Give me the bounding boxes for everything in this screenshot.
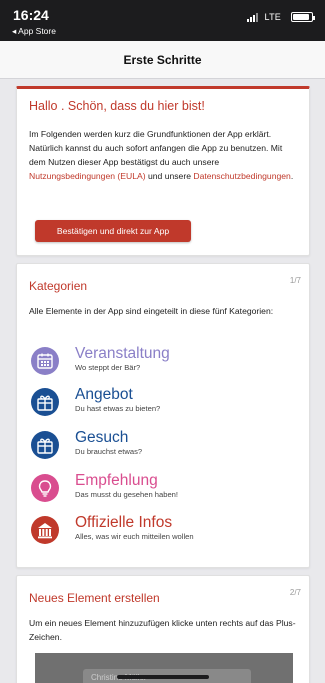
category-name: Empfehlung (75, 472, 158, 489)
create-element-card: 2/7 Neues Element erstellen Um ein neues… (16, 575, 310, 683)
category-subtitle: Wo steppt der Bär? (75, 363, 141, 372)
status-time: 16:24 (13, 7, 49, 23)
category-empfehlung: Empfehlung Das musst du gesehen haben! (31, 471, 301, 509)
category-offizielle-infos: Offizielle Infos Alles, was wir euch mit… (31, 513, 301, 551)
category-veranstaltung: Veranstaltung Wo steppt der Bär? (31, 344, 301, 382)
category-name: Angebot (75, 386, 133, 403)
welcome-text: Im Folgenden werden kurz die Grundfunkti… (29, 127, 299, 183)
eula-link[interactable]: Nutzungsbedingungen (EULA) (29, 171, 146, 181)
battery-icon (291, 12, 315, 22)
categories-text: Alle Elemente in der App sind eingeteilt… (29, 306, 274, 316)
home-indicator[interactable] (117, 675, 209, 679)
category-gesuch: Gesuch Du brauchst etwas? (31, 428, 301, 466)
category-name: Gesuch (75, 429, 129, 446)
navigation-bar: Erste Schritte (0, 41, 325, 79)
building-icon (31, 516, 59, 544)
category-name: Offizielle Infos (75, 514, 173, 531)
category-name: Veranstaltung (75, 345, 170, 362)
status-bar: 16:24 ◂ App Store LTE (0, 0, 325, 41)
network-label: LTE (264, 12, 281, 22)
back-to-app-store-link[interactable]: ◂ App Store (12, 26, 56, 37)
welcome-text-part: und unsere (145, 171, 194, 181)
signal-icon (247, 13, 258, 22)
categories-title: Kategorien (29, 279, 88, 293)
welcome-card: Hallo . Schön, dass du hier bist! Im Fol… (16, 86, 310, 256)
page-indicator: 1/7 (289, 276, 301, 285)
category-subtitle: Alles, was wir euch mitteilen wollen (75, 532, 194, 541)
welcome-text-part: . (290, 171, 294, 181)
calendar-icon (31, 347, 59, 375)
category-subtitle: Du hast etwas zu bieten? (75, 404, 161, 413)
create-title: Neues Element erstellen (29, 591, 160, 605)
category-subtitle: Du brauchst etwas? (75, 447, 143, 456)
lightbulb-icon (31, 474, 59, 502)
gift-icon (31, 431, 59, 459)
page-title: Erste Schritte (123, 53, 202, 67)
page-indicator: 2/7 (289, 588, 301, 597)
privacy-link[interactable]: Datenschutzbedingungen (193, 171, 290, 181)
gift-icon (31, 388, 59, 416)
category-subtitle: Das musst du gesehen haben! (75, 490, 179, 499)
confirm-button[interactable]: Bestätigen und direkt zur App (35, 220, 191, 242)
welcome-text-part: Im Folgenden werden kurz die Grundfunkti… (29, 129, 283, 167)
categories-card: 1/7 Kategorien Alle Elemente in der App … (16, 263, 310, 568)
welcome-title: Hallo . Schön, dass du hier bist! (29, 99, 205, 113)
category-angebot: Angebot Du hast etwas zu bieten? (31, 385, 301, 423)
create-text: Um ein neues Element hinzuzufügen klicke… (29, 618, 296, 642)
